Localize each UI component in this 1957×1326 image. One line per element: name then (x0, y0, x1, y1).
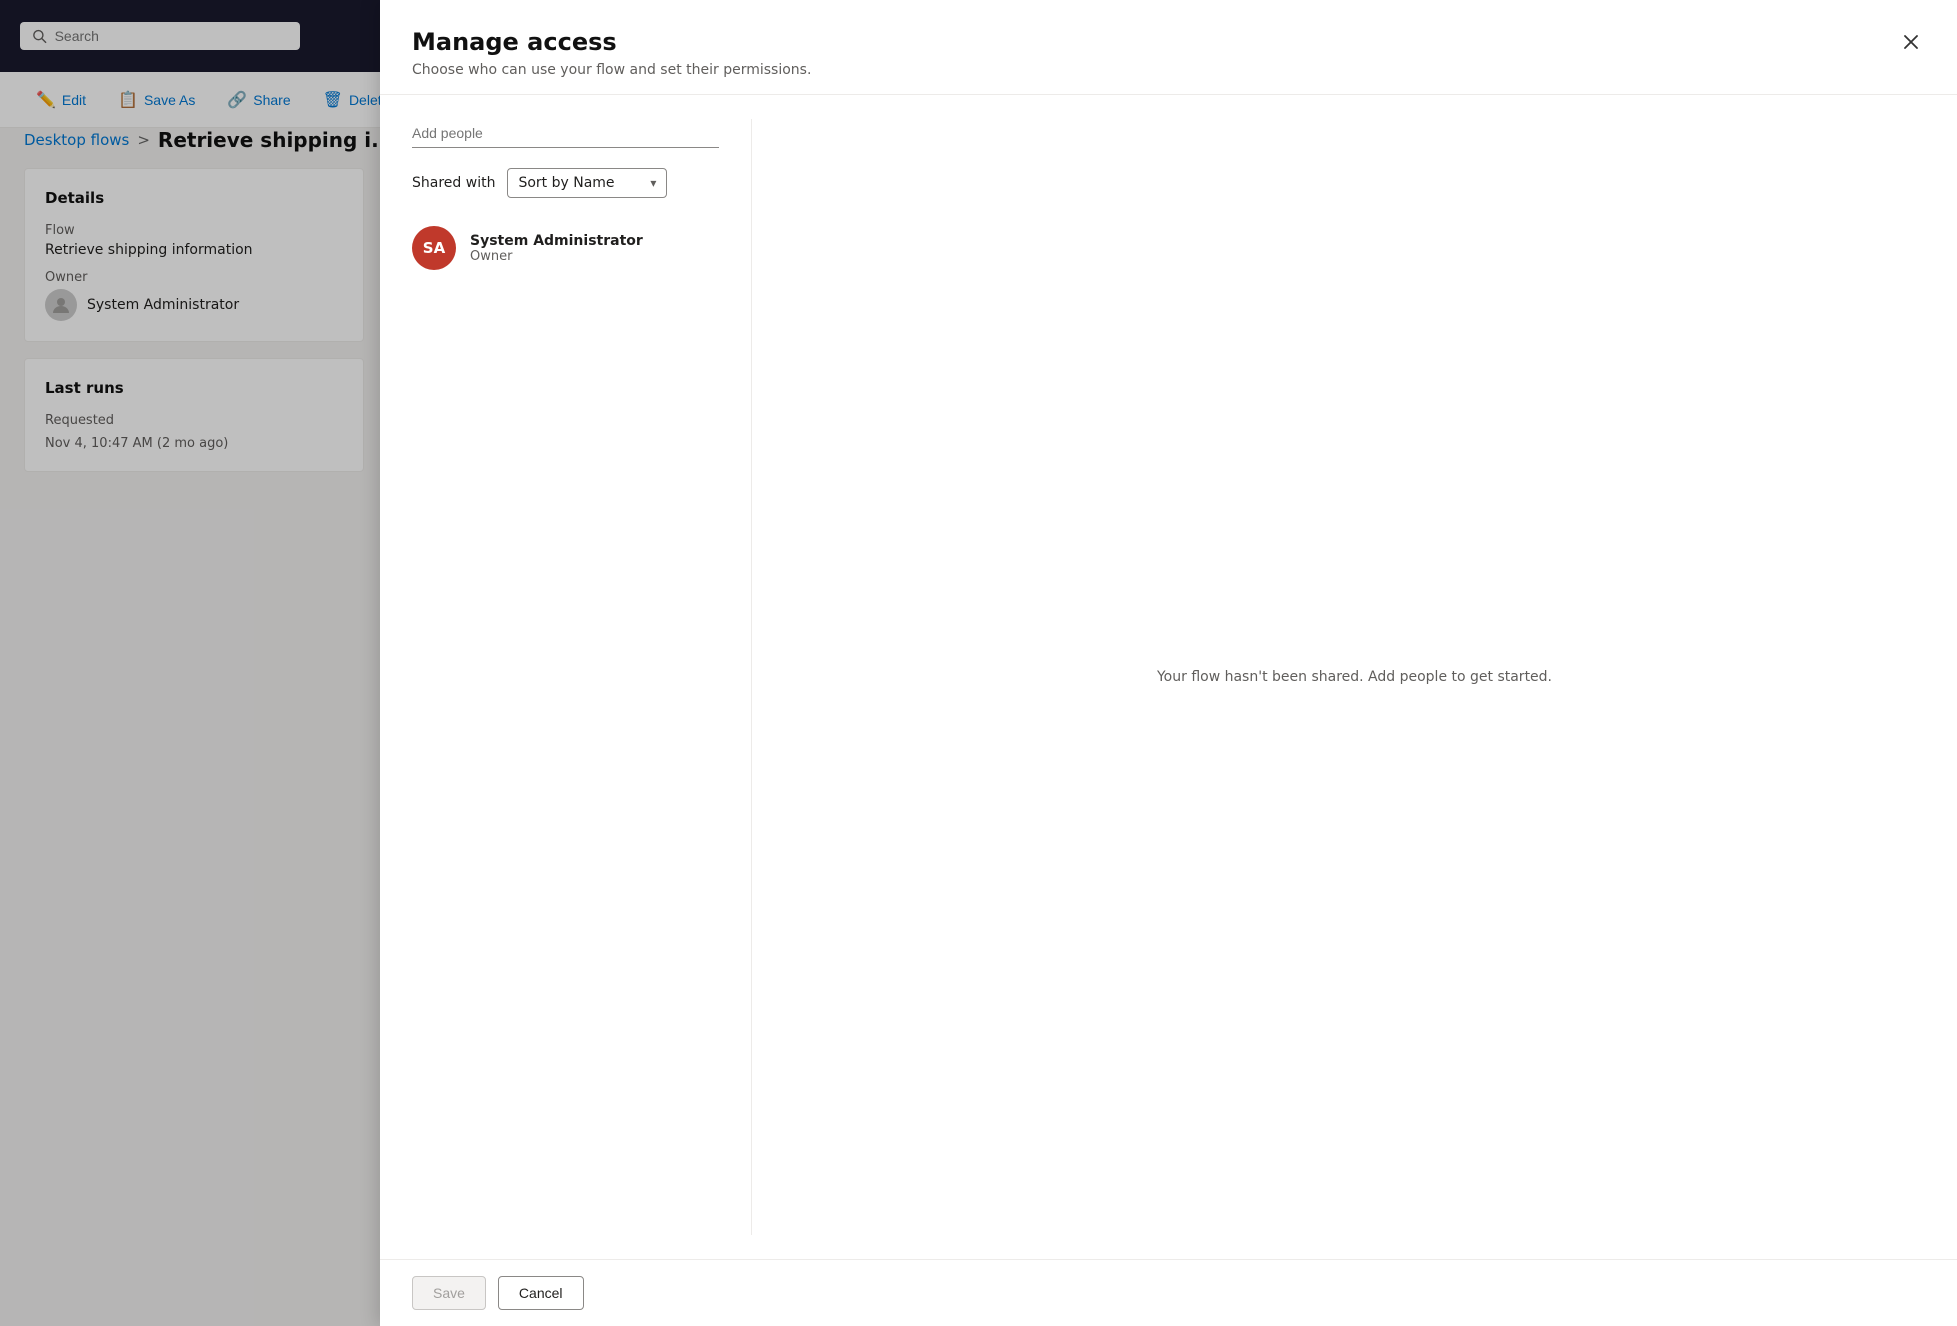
modal-overlay (0, 0, 380, 1326)
modal-body: Shared with Sort by Name ▾ SA System Adm… (380, 95, 1957, 1259)
cancel-label: Cancel (519, 1285, 563, 1301)
modal-title: Manage access (412, 28, 811, 56)
modal-subtitle: Choose who can use your flow and set the… (412, 62, 811, 78)
user-name: System Administrator (470, 233, 643, 249)
modal-footer: Save Cancel (380, 1259, 1957, 1326)
save-label: Save (433, 1285, 465, 1301)
user-info: System Administrator Owner (470, 233, 643, 264)
user-avatar: SA (412, 226, 456, 270)
modal-header-text: Manage access Choose who can use your fl… (412, 28, 811, 78)
shared-with-row: Shared with Sort by Name ▾ (412, 168, 719, 198)
user-role: Owner (470, 249, 643, 264)
sort-label: Sort by Name (518, 175, 614, 191)
modal-header: Manage access Choose who can use your fl… (380, 0, 1957, 95)
add-people-input[interactable] (412, 119, 719, 148)
close-icon (1901, 32, 1921, 52)
user-entry: SA System Administrator Owner (412, 218, 719, 278)
modal-right-panel: Your flow hasn't been shared. Add people… (752, 119, 1925, 1235)
modal-left-panel: Shared with Sort by Name ▾ SA System Adm… (412, 119, 752, 1235)
sort-dropdown[interactable]: Sort by Name ▾ (507, 168, 667, 198)
close-button[interactable] (1897, 28, 1925, 59)
user-initials: SA (423, 239, 445, 257)
manage-access-modal: Manage access Choose who can use your fl… (380, 0, 1957, 1326)
cancel-button[interactable]: Cancel (498, 1276, 584, 1310)
empty-state-message: Your flow hasn't been shared. Add people… (1157, 669, 1552, 685)
chevron-down-icon: ▾ (650, 176, 656, 190)
shared-with-label: Shared with (412, 175, 495, 191)
save-button[interactable]: Save (412, 1276, 486, 1310)
